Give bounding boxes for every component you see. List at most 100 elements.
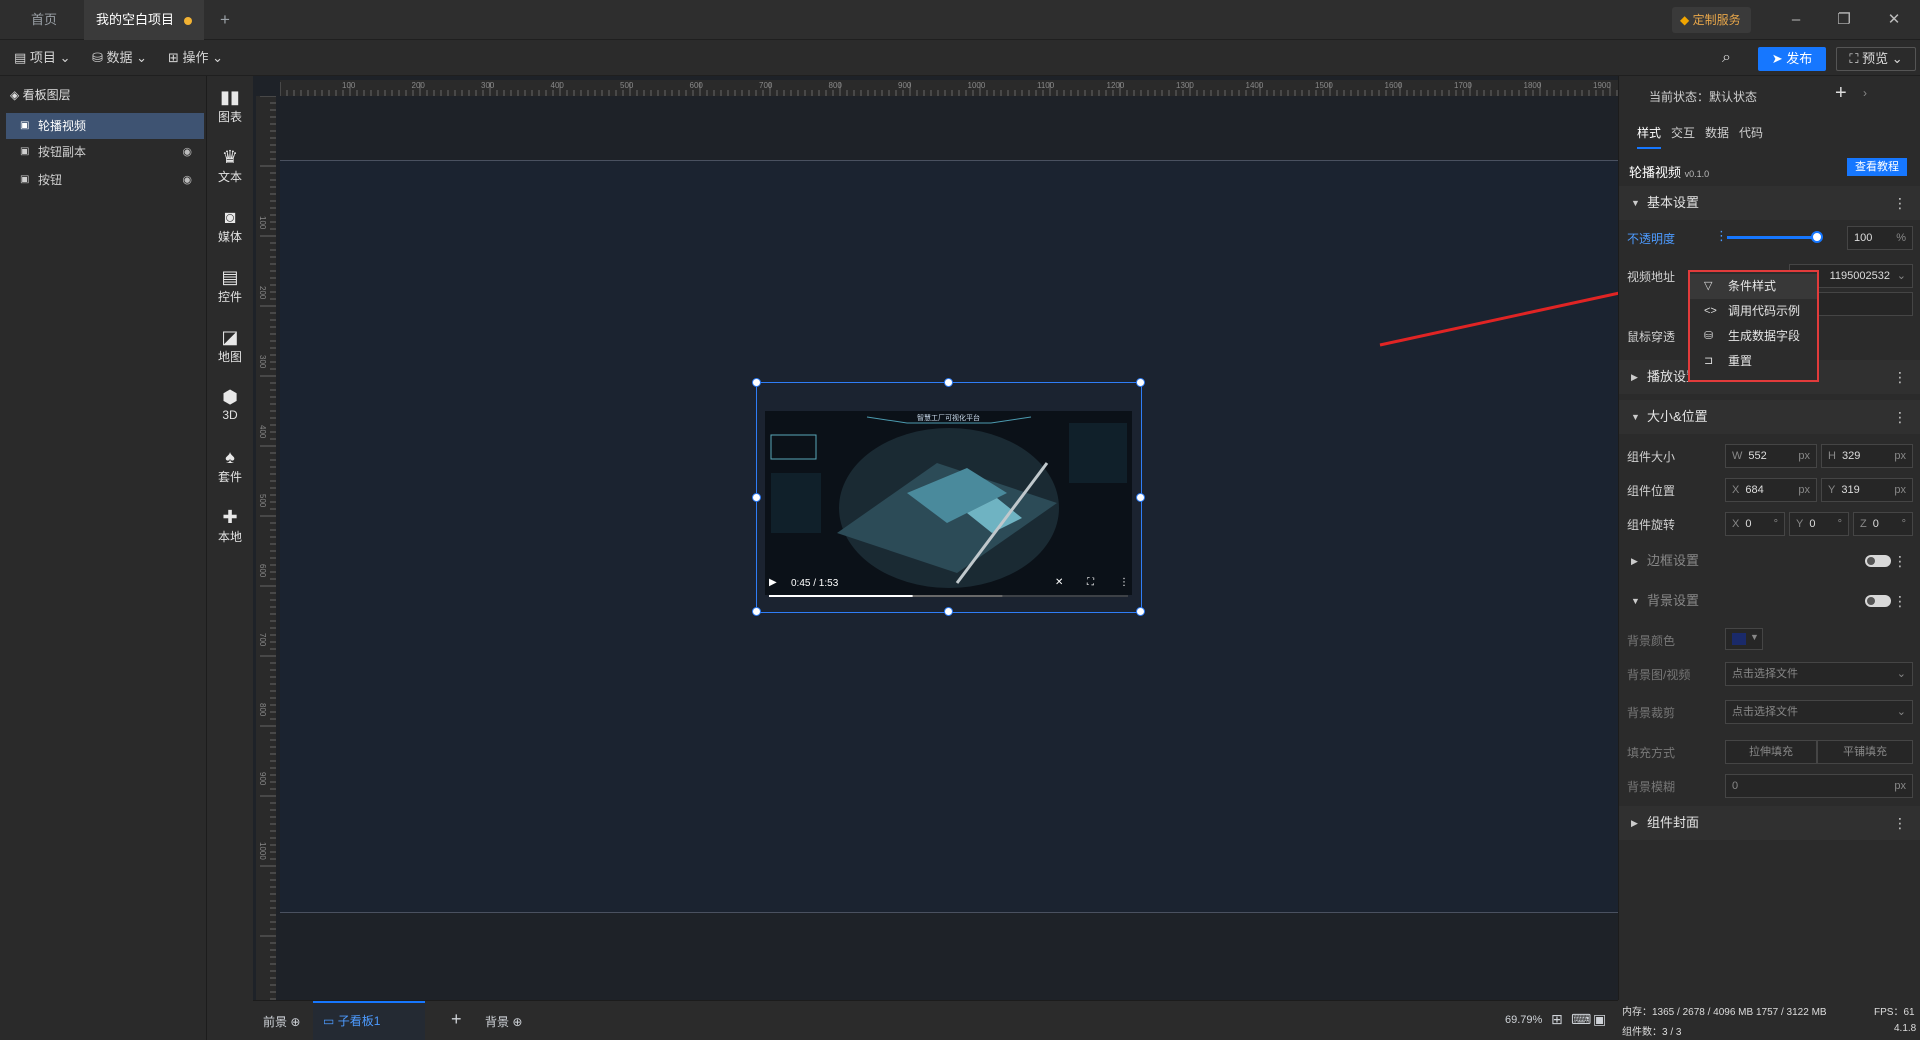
rail-map[interactable]: ◪ 地图 xyxy=(207,326,253,365)
more-icon[interactable]: ⋮ xyxy=(1893,360,1907,394)
add-board-button[interactable]: + xyxy=(451,1009,462,1030)
eye-hidden-icon[interactable]: ◉ xyxy=(182,139,192,165)
menu-item-conditional-style[interactable]: ▽ 条件样式 xyxy=(1690,274,1817,299)
bg-color-picker[interactable]: ▼ xyxy=(1725,628,1763,650)
caret-down-icon: ▼ xyxy=(1631,596,1640,606)
resize-handle-nw[interactable] xyxy=(752,378,761,387)
bg-media-select[interactable]: 点击选择文件 ⌄ xyxy=(1725,662,1913,686)
rot-y-input[interactable]: Y 0 ° xyxy=(1789,512,1849,536)
cube-icon: ⬢ xyxy=(222,387,238,407)
fill-tile-button[interactable]: 平铺填充 xyxy=(1817,740,1913,764)
close-button[interactable]: ✕ xyxy=(1880,6,1908,34)
play-icon[interactable]: ▶ xyxy=(769,577,777,588)
fit-screen-icon[interactable]: ⊞ xyxy=(1551,1011,1563,1028)
tab-interaction[interactable]: 交互 xyxy=(1671,124,1695,141)
chevron-right-icon[interactable]: › xyxy=(1863,86,1867,100)
zoom-level[interactable]: 69.79% xyxy=(1505,1014,1542,1026)
resize-handle-n[interactable] xyxy=(944,378,953,387)
resize-handle-sw[interactable] xyxy=(752,607,761,616)
rail-media[interactable]: ◙ 媒体 xyxy=(207,206,253,245)
background-toggle[interactable] xyxy=(1865,595,1891,607)
mute-icon[interactable]: ✕ xyxy=(1055,577,1063,588)
section-basic[interactable]: ▼ 基本设置 ⋮ xyxy=(1619,186,1920,220)
rail-kit[interactable]: ♠ 套件 xyxy=(207,446,253,485)
border-toggle[interactable] xyxy=(1865,555,1891,567)
more-icon[interactable]: ⋮ xyxy=(1119,577,1129,588)
layer-item-button[interactable]: ▣ 按钮 ◉ xyxy=(6,167,204,193)
tab-style[interactable]: 样式 xyxy=(1637,124,1662,149)
terminal-icon[interactable]: ▣ xyxy=(1593,1011,1606,1028)
reset-icon: ⊐ xyxy=(1704,355,1714,367)
height-input[interactable]: H 329 px xyxy=(1821,444,1913,468)
bg-crop-value: 点击选择文件 xyxy=(1732,706,1798,718)
resize-handle-w[interactable] xyxy=(752,493,761,502)
rot-z-input[interactable]: Z 0 ° xyxy=(1853,512,1913,536)
keyboard-icon[interactable]: ⌨ xyxy=(1571,1011,1591,1028)
layer-item-button-copy[interactable]: ▣ 按钮副本 ◉ xyxy=(6,139,204,165)
menu-data[interactable]: ⛁ 数据 ⌄ xyxy=(92,48,147,68)
add-circle-icon[interactable]: ⊕ xyxy=(512,1015,522,1029)
menu-project-label: 项目 xyxy=(29,50,56,65)
layers-title-label: 看板图层 xyxy=(22,88,71,102)
resize-handle-e[interactable] xyxy=(1136,493,1145,502)
menu-item-label: 调用代码示例 xyxy=(1728,304,1801,318)
tab-project[interactable]: 我的空白项目 xyxy=(84,0,204,40)
menu-item-code-example[interactable]: <> 调用代码示例 xyxy=(1690,299,1817,324)
tab-data[interactable]: 数据 xyxy=(1705,124,1729,141)
rot-x-input[interactable]: X 0 ° xyxy=(1725,512,1785,536)
publish-button[interactable]: ➤ 发布 xyxy=(1758,47,1826,71)
width-input[interactable]: W 552 px xyxy=(1725,444,1817,468)
new-tab-button[interactable]: + xyxy=(208,0,242,40)
resize-handle-se[interactable] xyxy=(1136,607,1145,616)
fill-stretch-button[interactable]: 拉伸填充 xyxy=(1725,740,1817,764)
section-size-position[interactable]: ▼ 大小&位置 ⋮ xyxy=(1619,400,1920,434)
carousel-video-component[interactable]: 智慧工厂可视化平台 ▶ 0:45 / 1:53 ✕ ⛶ ⋮ xyxy=(752,378,1145,616)
more-icon[interactable]: ⋮ xyxy=(1893,584,1907,618)
tutorial-button[interactable]: 查看教程 xyxy=(1847,158,1907,176)
map-icon: ◪ xyxy=(221,327,239,347)
add-circle-icon[interactable]: ⊕ xyxy=(290,1015,300,1029)
sub-board-tab[interactable]: ▭ 子看板1 xyxy=(313,1001,425,1040)
more-icon[interactable]: ⋮ xyxy=(1893,806,1907,840)
section-basic-label: 基本设置 xyxy=(1647,195,1700,210)
section-background[interactable]: ▼ 背景设置 ⋮ xyxy=(1619,584,1920,618)
section-cover[interactable]: ▶ 组件封面 ⋮ xyxy=(1619,806,1920,840)
rail-3d[interactable]: ⬢ 3D xyxy=(207,386,253,422)
rail-control[interactable]: ▤ 控件 xyxy=(207,266,253,305)
opacity-label: 不透明度 xyxy=(1627,232,1676,246)
opacity-input[interactable]: 100% xyxy=(1847,226,1913,250)
custom-service-button[interactable]: ◆ 定制服务 xyxy=(1672,7,1751,33)
opacity-slider-track[interactable] xyxy=(1727,236,1815,239)
menu-project[interactable]: ▤ 项目 ⌄ xyxy=(14,48,70,68)
maximize-button[interactable]: ❐ xyxy=(1830,6,1858,34)
resize-handle-s[interactable] xyxy=(944,607,953,616)
fullscreen-icon[interactable]: ⛶ xyxy=(1087,577,1094,588)
layer-item-carousel-video[interactable]: ▣ 轮播视频 xyxy=(6,113,204,139)
eye-hidden-icon[interactable]: ◉ xyxy=(182,167,192,193)
front-layer-tab[interactable]: 前景 ⊕ xyxy=(263,1013,300,1030)
menu-item-reset[interactable]: ⊐ 重置 xyxy=(1690,349,1817,374)
menu-item-generate-field[interactable]: ⛁ 生成数据字段 xyxy=(1690,324,1817,349)
bg-blur-input[interactable]: 0 px xyxy=(1725,774,1913,798)
tab-home[interactable]: 首页 xyxy=(14,0,74,40)
minimize-button[interactable]: – xyxy=(1782,6,1810,34)
video-url-label: 视频地址 xyxy=(1627,270,1676,284)
tab-code[interactable]: 代码 xyxy=(1739,124,1763,141)
resize-handle-ne[interactable] xyxy=(1136,378,1145,387)
rail-local[interactable]: ✚ 本地 xyxy=(207,506,253,545)
more-icon[interactable]: ⋮ xyxy=(1893,400,1907,434)
search-icon[interactable]: ⌕ xyxy=(1722,48,1731,68)
y-input[interactable]: Y 319 px xyxy=(1821,478,1913,502)
back-layer-tab[interactable]: 背景 ⊕ xyxy=(485,1013,522,1030)
preview-button[interactable]: ⛶ 预览 ⌄ xyxy=(1836,47,1916,71)
rail-chart[interactable]: ▮▮ 图表 xyxy=(207,86,253,125)
more-icon[interactable]: ⋮ xyxy=(1893,186,1907,220)
x-input[interactable]: X 684 px xyxy=(1725,478,1817,502)
opacity-slider-thumb[interactable] xyxy=(1811,231,1823,243)
rail-text[interactable]: ♛ 文本 xyxy=(207,146,253,185)
bg-crop-select[interactable]: 点击选择文件 ⌄ xyxy=(1725,700,1913,724)
more-icon[interactable]: ⋮ xyxy=(1893,544,1907,578)
shirt-icon: ♠ xyxy=(225,447,235,467)
section-border[interactable]: ▶ 边框设置 ⋮ xyxy=(1619,544,1920,578)
menu-operation[interactable]: ⊞ 操作 ⌄ xyxy=(168,48,223,68)
